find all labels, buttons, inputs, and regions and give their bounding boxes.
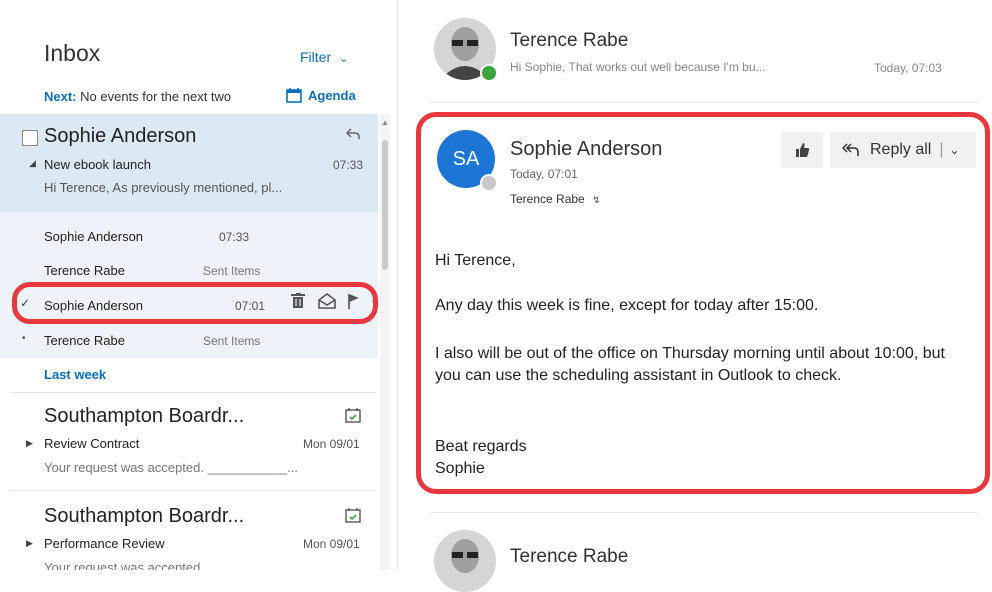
scroll-up-arrow-icon[interactable]: ▲ [381,118,389,127]
thread-folder: Sent Items [203,334,261,348]
divider [430,102,978,103]
chevron-down-icon: ⌄ [339,53,349,65]
scrollbar-thumb[interactable] [382,140,388,270]
conversation-subject: New ebook launch [44,157,151,172]
filter-label: Filter [300,49,332,65]
message-body-paragraph: Any day this week is fine, except for to… [435,297,819,314]
conversation-sender: Sophie Anderson [44,125,197,147]
section-header-last-week: Last week [44,367,107,382]
like-button[interactable] [781,132,823,168]
calendar-icon [286,88,302,103]
card-date: Mon 09/01 [303,437,360,451]
divider [10,490,376,491]
reply-all-icon [842,142,860,158]
replied-icon [345,126,361,146]
thread-sender: Terence Rabe [44,333,125,348]
thread-sender: Sophie Anderson [44,229,144,244]
separator: | [939,141,944,158]
recipient-name: Terence Rabe [510,192,585,206]
card-subject: Review Contract [44,436,140,451]
expand-chevron-icon[interactable]: ↯ [592,195,600,206]
reply-all-button[interactable]: Reply all | ⌄ [830,132,976,168]
avatar-terence[interactable] [434,530,496,592]
next-prefix: Next: [44,89,77,104]
message-preview: Hi Sophie, That works out well because I… [510,60,766,74]
thread-folder: Sent Items [203,264,261,278]
card-sender[interactable]: Southampton Boardr... [44,505,244,528]
card-date: Mon 09/01 [303,537,360,551]
highlight-annotation [12,282,378,324]
thread-item[interactable]: Terence Rabe [44,263,125,278]
agenda-button[interactable]: Agenda [286,87,356,103]
card-preview: Your request was accepted [44,560,201,570]
collapse-triangle-icon[interactable]: ◢ [29,158,36,169]
calendar-accepted-icon [345,507,361,528]
divider [430,512,978,513]
inbox-title: Inbox [44,40,101,66]
divider [10,392,376,393]
message-sender: Terence Rabe [510,30,629,51]
conversation-time: 07:33 [333,158,364,172]
thread-item[interactable]: Terence Rabe [44,333,125,348]
thread-sender: Terence Rabe [44,263,125,278]
filter-button[interactable]: Filter ⌄ [300,49,348,65]
reply-all-label: Reply all [870,141,932,158]
message-recipient[interactable]: Terence Rabe ↯ [510,192,600,206]
bullet-icon: • [22,333,26,344]
message-sender[interactable]: Sophie Anderson [510,138,662,161]
message-time: Today, 07:01 [510,167,578,181]
card-sender[interactable]: Southampton Boardr... [44,405,244,428]
message-body-greeting: Hi Terence, [435,252,516,269]
next-events-text: Next: No events for the next two [44,89,231,104]
presence-available-icon [480,64,498,82]
presence-offline-icon [480,174,498,192]
message-list-pane: Inbox Filter ⌄ Next: No events for the ne… [0,0,398,570]
expand-triangle-icon[interactable]: ▶ [26,538,33,549]
agenda-label: Agenda [308,87,356,103]
message-body-paragraph: I also will be out of the office on Thur… [435,345,945,384]
thread-time: 07:33 [219,230,250,244]
calendar-accepted-icon [345,407,361,428]
thumbs-up-icon [796,143,810,157]
message-sender: Terence Rabe [510,546,629,567]
card-preview: Your request was accepted. ___________..… [44,460,298,475]
message-date: Today, 07:03 [874,61,942,75]
next-events-value: No events for the next two [80,89,232,104]
message-body-closing: Beat regards [435,438,527,455]
message-body-signature: Sophie [435,460,485,477]
select-checkbox[interactable] [22,130,38,146]
card-subject: Performance Review [44,536,165,551]
thread-item[interactable]: Sophie Anderson [44,229,143,244]
expand-triangle-icon[interactable]: ▶ [26,438,33,449]
chevron-down-icon[interactable]: ⌄ [950,143,960,157]
conversation-preview: Hi Terence, As previously mentioned, pl.… [44,180,283,195]
